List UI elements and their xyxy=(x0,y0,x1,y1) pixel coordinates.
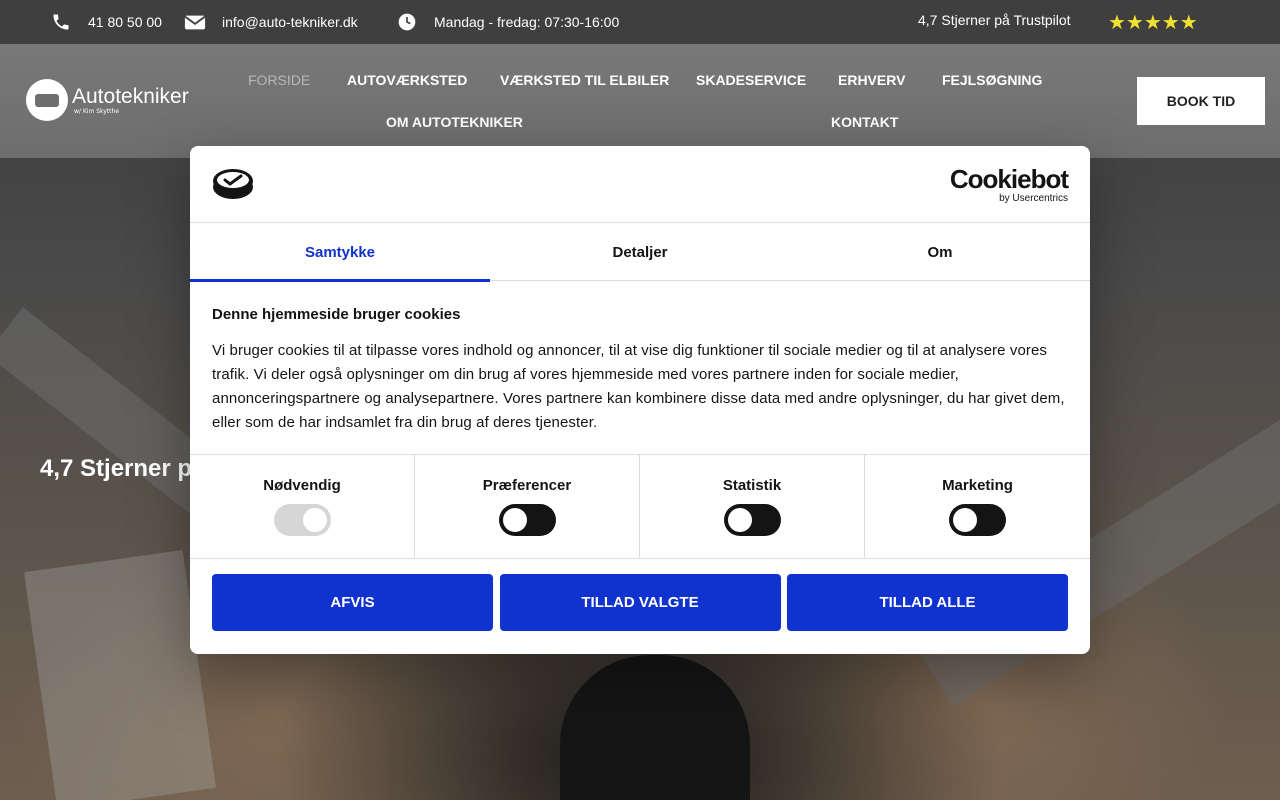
toggle-label-statistics: Statistik xyxy=(722,477,782,494)
cookie-description: Vi bruger cookies til at tilpasse vores … xyxy=(212,342,1065,431)
preferences-toggle[interactable] xyxy=(498,504,556,536)
toggle-label-preferences: Præferencer xyxy=(482,477,572,494)
nav-item-forside[interactable]: FORSIDE xyxy=(248,72,310,88)
toggle-cell-marketing: Marketing xyxy=(865,455,1090,559)
cookiebot-brand-sub: by Usercentrics xyxy=(999,193,1068,204)
phone-contact[interactable]: 41 80 50 00 xyxy=(50,12,162,32)
rating-stars: ★★★★★ xyxy=(1108,12,1198,34)
hero-heading: 4,7 Stjerner p xyxy=(40,455,193,482)
toggle-label-marketing: Marketing xyxy=(942,477,1013,494)
cookie-buttons: AFVIS TILLAD VALGTE TILLAD ALLE xyxy=(212,574,1068,631)
allow-selected-button[interactable]: TILLAD VALGTE xyxy=(499,574,781,631)
nav-item-skadeservice[interactable]: SKADESERVICE xyxy=(696,72,806,88)
tab-om[interactable]: Om xyxy=(790,223,1090,281)
allow-all-button[interactable]: TILLAD ALLE xyxy=(787,574,1068,631)
book-appointment-button[interactable]: BOOK TID xyxy=(1137,77,1265,125)
deny-button[interactable]: AFVIS xyxy=(212,574,493,631)
toggle-cell-statistics: Statistik xyxy=(640,455,865,559)
phone-icon xyxy=(53,14,69,30)
nav-item-autovaerksted[interactable]: AUTOVÆRKSTED xyxy=(347,72,467,88)
tab-detaljer[interactable]: Detaljer xyxy=(490,223,790,281)
logo-subtitle: w/ Kim Skytthe xyxy=(74,107,120,115)
cookie-consent-dialog: Cookiebot by Usercentrics Samtykke Detal… xyxy=(190,146,1090,654)
rating-text: 4,7 Stjerner på Trustpilot xyxy=(918,12,1071,28)
logo-name: Autotekniker xyxy=(72,84,189,108)
site-logo[interactable]: Autotekniker w/ Kim Skytthe xyxy=(26,79,189,121)
cookie-category-toggles: Nødvendig Præferencer Statistik Marketin… xyxy=(190,454,1090,559)
main-navbar: Autotekniker w/ Kim Skytthe FORSIDE AUTO… xyxy=(0,44,1280,158)
envelope-icon xyxy=(184,15,206,30)
cookie-tabs: Samtykke Detaljer Om xyxy=(190,223,1090,282)
top-bar: 41 80 50 00 info@auto-tekniker.dk Mandag… xyxy=(0,0,1280,44)
cookie-body: Denne hjemmeside bruger cookies Vi bruge… xyxy=(212,306,1068,435)
hero-beam xyxy=(24,550,216,800)
hours-text: Mandag - fredag: 07:30-16:00 xyxy=(434,14,620,30)
car-logo-icon xyxy=(26,79,68,121)
marketing-toggle[interactable] xyxy=(949,504,1006,536)
nav-item-fejlsoegning[interactable]: FEJLSØGNING xyxy=(942,72,1042,88)
cookiebot-brand[interactable]: Cookiebot by Usercentrics xyxy=(949,164,1069,204)
statistics-toggle[interactable] xyxy=(723,504,781,536)
opening-hours: Mandag - fredag: 07:30-16:00 xyxy=(396,12,619,32)
nav-item-om-autotekniker[interactable]: OM AUTOTEKNIKER xyxy=(386,114,523,130)
phone-number: 41 80 50 00 xyxy=(88,14,162,30)
clock-icon xyxy=(398,13,416,31)
cookiebot-brand-name: Cookiebot xyxy=(949,164,1069,194)
toggle-cell-preferences: Præferencer xyxy=(415,455,640,559)
toggle-label-necessary: Nødvendig xyxy=(263,477,341,494)
necessary-toggle xyxy=(273,504,331,536)
trustpilot-rating[interactable]: 4,7 Stjerner på Trustpilot xyxy=(918,12,1071,28)
email-address: info@auto-tekniker.dk xyxy=(222,14,358,30)
email-contact[interactable]: info@auto-tekniker.dk xyxy=(184,12,358,32)
cookie-dialog-header: Cookiebot by Usercentrics xyxy=(190,146,1090,223)
cookie-logo-icon xyxy=(213,169,253,199)
nav-item-kontakt[interactable]: KONTAKT xyxy=(831,114,898,130)
nav-item-erhverv[interactable]: ERHVERV xyxy=(838,72,905,88)
nav-item-vaerksted-elbiler[interactable]: VÆRKSTED TIL ELBILER xyxy=(500,72,669,88)
toggle-cell-necessary: Nødvendig xyxy=(190,455,415,559)
tab-samtykke[interactable]: Samtykke xyxy=(190,223,490,282)
cookie-title: Denne hjemmeside bruger cookies xyxy=(212,306,461,323)
hero-person-silhouette xyxy=(560,655,750,800)
